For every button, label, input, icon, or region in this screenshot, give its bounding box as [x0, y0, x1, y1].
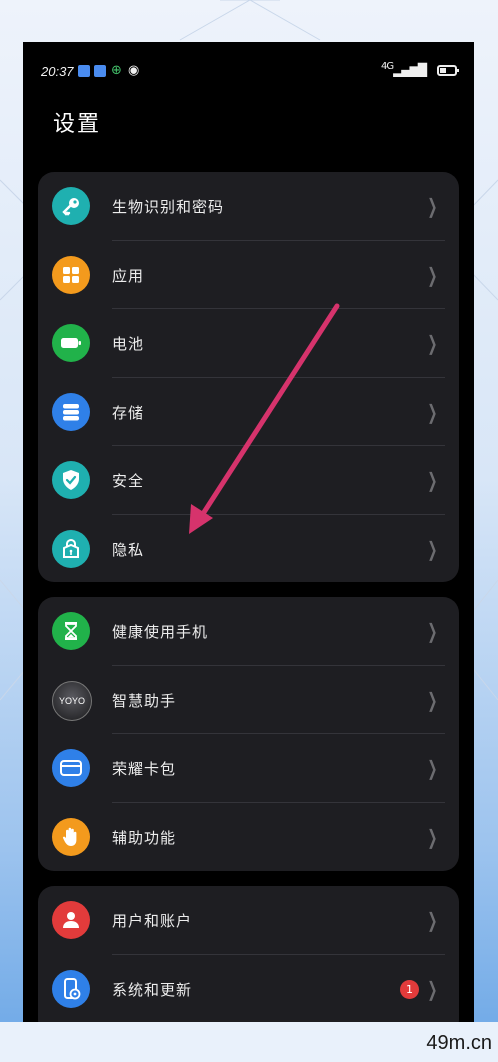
settings-group-1: 生物识别和密码 ❯ 应用 ❯ 电池 ❯ 存储 ❯ 安全 ❯ 隐私 ❯	[38, 172, 459, 582]
chevron-right-icon: ❯	[427, 399, 438, 424]
settings-item-label: 荣耀卡包	[112, 760, 177, 778]
settings-item-label: 智慧助手	[112, 691, 177, 710]
settings-item-smart-assistant[interactable]: YOYO 智慧助手 ❯	[38, 666, 459, 734]
chevron-right-icon: ❯	[427, 536, 438, 561]
location-icon: ◉	[128, 63, 140, 78]
settings-item-apps[interactable]: 应用 ❯	[38, 241, 459, 309]
yoyo-icon: YOYO	[52, 680, 92, 721]
settings-item-label: 健康使用手机	[112, 623, 209, 641]
settings-item-label: 辅助功能	[112, 828, 177, 847]
update-badge: 1	[400, 979, 419, 999]
chevron-right-icon: ❯	[427, 262, 438, 287]
hand-icon	[52, 817, 90, 856]
settings-item-biometrics[interactable]: 生物识别和密码 ❯	[38, 172, 459, 241]
chevron-right-icon: ❯	[427, 756, 438, 780]
settings-item-label: 应用	[112, 266, 145, 285]
settings-item-label: 系统和更新	[112, 980, 193, 999]
footer-bar	[0, 1022, 498, 1062]
wallet-card-icon	[52, 749, 90, 787]
settings-item-storage[interactable]: 存储 ❯	[38, 378, 459, 446]
phone-screen: 20:37 ⊕ ◉ 4G▂▄▆█ 设置 生物识别和密码 ❯ 应用 ❯ 电池 ❯ …	[23, 42, 474, 1026]
settings-item-system-update[interactable]: 系统和更新 1 ❯	[38, 955, 459, 1024]
chevron-right-icon: ❯	[427, 687, 438, 712]
chevron-right-icon: ❯	[427, 468, 438, 492]
page-title: 设置	[53, 112, 102, 137]
storage-icon	[52, 392, 90, 431]
hourglass-icon	[52, 612, 90, 650]
settings-item-label: 安全	[112, 472, 145, 490]
yoyo-icon-text: YOYO	[58, 695, 85, 706]
phone-settings-icon	[52, 969, 90, 1008]
settings-item-label: 生物识别和密码	[112, 198, 225, 216]
key-icon	[52, 187, 90, 225]
chevron-right-icon: ❯	[427, 619, 438, 643]
settings-item-battery[interactable]: 电池 ❯	[38, 309, 459, 378]
settings-item-users-accounts[interactable]: 用户和账户 ❯	[38, 886, 459, 955]
apps-grid-icon	[52, 255, 90, 294]
settings-group-2: 健康使用手机 ❯ YOYO 智慧助手 ❯ 荣耀卡包 ❯ 辅助功能 ❯	[38, 597, 459, 871]
settings-item-label: 隐私	[112, 540, 145, 559]
settings-item-wallet[interactable]: 荣耀卡包 ❯	[38, 734, 459, 803]
settings-group-3: 用户和账户 ❯ 系统和更新 1 ❯	[38, 886, 459, 1026]
chevron-right-icon: ❯	[427, 908, 438, 932]
status-bar: 20:37 ⊕ ◉ 4G▂▄▆█	[23, 42, 474, 102]
settings-item-security[interactable]: 安全 ❯	[38, 446, 459, 515]
chevron-right-icon: ❯	[427, 976, 438, 1001]
chevron-right-icon: ❯	[427, 194, 438, 218]
settings-item-accessibility[interactable]: 辅助功能 ❯	[38, 803, 459, 872]
privacy-lock-icon	[52, 529, 90, 568]
settings-item-label: 存储	[112, 403, 145, 422]
signal-icon: 4G▂▄▆█	[380, 61, 427, 77]
shield-check-icon	[52, 461, 90, 499]
battery-icon	[52, 324, 90, 362]
chevron-right-icon: ❯	[427, 824, 438, 849]
network-type: 4G	[380, 61, 394, 72]
watermark: 49m.cn	[426, 1032, 492, 1054]
settings-item-privacy[interactable]: 隐私 ❯	[38, 515, 459, 583]
user-icon	[52, 901, 90, 939]
mail-icon	[78, 65, 90, 77]
globe-icon: ⊕	[111, 63, 122, 78]
settings-item-label: 用户和账户	[112, 912, 193, 930]
status-time: 20:37	[41, 64, 74, 79]
mail-icon	[94, 65, 106, 77]
settings-item-label: 电池	[112, 335, 145, 353]
chevron-right-icon: ❯	[427, 331, 438, 355]
battery-icon	[437, 65, 459, 76]
settings-item-digital-wellbeing[interactable]: 健康使用手机 ❯	[38, 597, 459, 666]
